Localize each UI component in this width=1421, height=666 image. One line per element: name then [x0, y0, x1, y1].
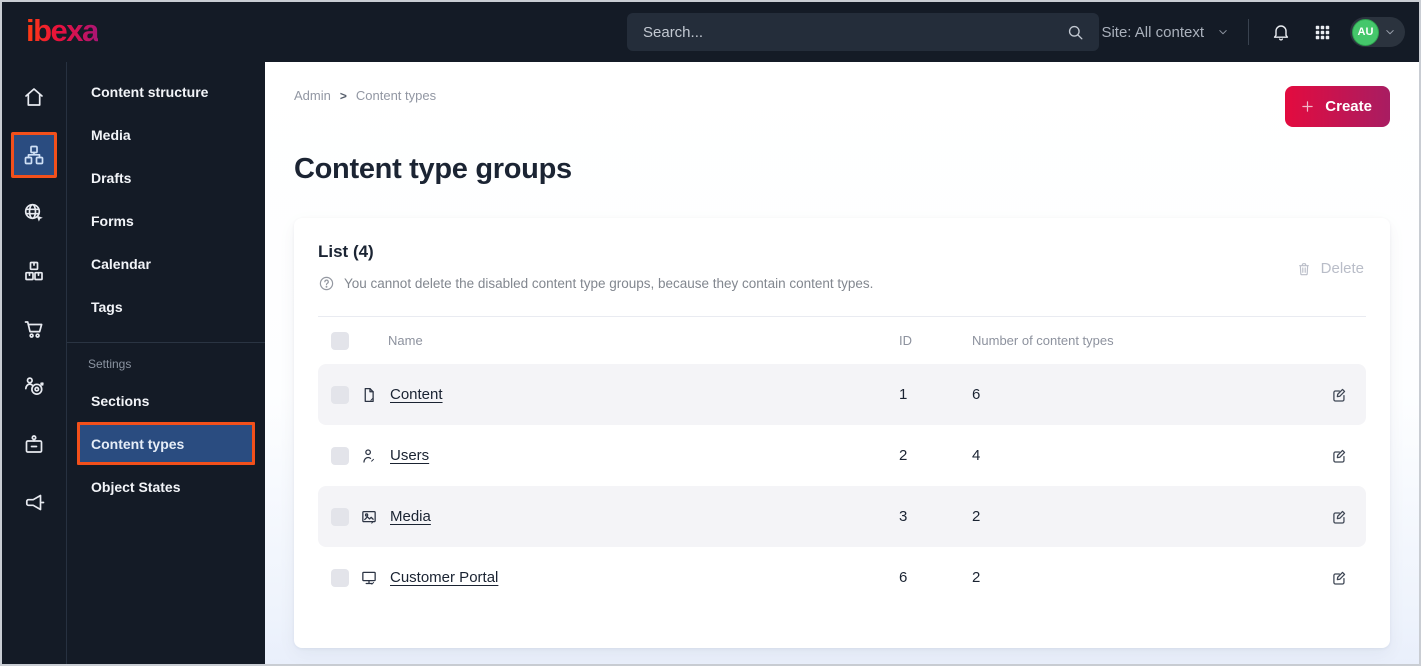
rail-item-dashboard[interactable]: [11, 74, 57, 120]
rail-item-site[interactable]: [11, 190, 57, 236]
breadcrumb-admin[interactable]: Admin: [294, 88, 331, 103]
group-id: 1: [899, 386, 908, 403]
sidebar-item-drafts[interactable]: Drafts: [77, 156, 255, 199]
user-edit-icon: [360, 447, 378, 465]
monitor-edit-icon: [360, 569, 378, 587]
group-id: 2: [899, 447, 908, 464]
chevron-down-icon: [1383, 25, 1397, 39]
row-checkbox[interactable]: [331, 507, 349, 526]
table-row-content: Content 1 6: [318, 364, 1366, 425]
edit-button[interactable]: [1328, 506, 1350, 528]
rail-item-personalization[interactable]: [11, 364, 57, 410]
avatar: AU: [1352, 18, 1379, 46]
column-header-id: ID: [899, 333, 912, 348]
badge-icon: [22, 433, 46, 457]
bell-icon: [1271, 22, 1291, 42]
cart-icon: [22, 317, 46, 341]
rail-item-admin[interactable]: [11, 422, 57, 468]
column-header-count: Number of content types: [972, 333, 1114, 348]
rail-item-content-structure[interactable]: [11, 132, 57, 178]
search-input[interactable]: [643, 23, 1066, 41]
group-content-type-count: 6: [972, 386, 981, 403]
sidebar-item-sections[interactable]: Sections: [77, 379, 255, 422]
top-bar: ibexa Site: All context AU: [2, 2, 1419, 62]
row-checkbox[interactable]: [331, 385, 349, 404]
sidebar-item-calendar[interactable]: Calendar: [77, 242, 255, 285]
boxes-icon: [22, 259, 46, 283]
table-header-row: Name ID Number of content types: [318, 317, 1366, 364]
topbar-actions: Site: All context AU: [1073, 17, 1405, 47]
sidebar-item-forms[interactable]: Forms: [77, 199, 255, 242]
ibexa-logo[interactable]: ibexa: [26, 15, 99, 50]
apps-grid-button[interactable]: [1309, 19, 1336, 46]
global-search[interactable]: [627, 13, 1099, 51]
question-circle-icon: [318, 275, 335, 292]
sitemap-icon: [22, 143, 46, 167]
megaphone-icon: [22, 491, 46, 515]
group-content-type-count: 2: [972, 508, 981, 525]
edit-button[interactable]: [1328, 567, 1350, 589]
topbar-divider: [1248, 19, 1249, 45]
edit-icon: [1330, 447, 1348, 465]
trash-icon: [1296, 261, 1312, 277]
select-all-checkbox[interactable]: [331, 331, 349, 350]
plus-icon: [1299, 98, 1316, 115]
home-icon: [22, 85, 46, 109]
edit-icon: [1330, 386, 1348, 404]
table-row-users: Users 2 4: [318, 425, 1366, 486]
page-title: Content type groups: [294, 153, 572, 185]
settings-section-label: Settings: [88, 357, 132, 371]
chevron-down-icon: [1216, 25, 1230, 39]
list-title: List (4): [318, 242, 374, 261]
edit-button[interactable]: [1328, 445, 1350, 467]
table-row-media: Media 3 2: [318, 486, 1366, 547]
group-content-type-count: 4: [972, 447, 981, 464]
delete-button[interactable]: Delete: [1294, 256, 1366, 281]
main-content: Admin > Content types Create Content typ…: [265, 62, 1419, 664]
group-id: 3: [899, 508, 908, 525]
content-type-groups-card: List (4) You cannot delete the disabled …: [294, 218, 1390, 648]
group-name-link[interactable]: Users: [390, 447, 429, 464]
table-row-customer-portal: Customer Portal 6 2: [318, 547, 1366, 608]
user-menu[interactable]: AU: [1350, 17, 1405, 47]
edit-icon: [1330, 508, 1348, 526]
row-checkbox[interactable]: [331, 446, 349, 465]
globe-cursor-icon: [22, 201, 46, 225]
app-window: ibexa Site: All context AU: [0, 0, 1421, 666]
grid-icon: [1313, 23, 1332, 42]
rail-item-campaigns[interactable]: [11, 480, 57, 526]
breadcrumb: Admin > Content types: [294, 86, 436, 103]
search-icon[interactable]: [1066, 23, 1085, 42]
breadcrumb-current: Content types: [355, 88, 437, 103]
group-content-type-count: 2: [972, 569, 981, 586]
group-name-link[interactable]: Media: [390, 508, 431, 525]
site-context-label: Site: All context: [1101, 23, 1204, 41]
sidebar-item-tags[interactable]: Tags: [77, 285, 255, 328]
rail-item-commerce[interactable]: [11, 306, 57, 352]
image-edit-icon: [360, 508, 378, 526]
group-id: 6: [899, 569, 908, 586]
notifications-button[interactable]: [1267, 18, 1295, 46]
icon-rail: [2, 62, 67, 664]
sidebar-item-content-structure[interactable]: Content structure: [77, 70, 255, 113]
row-checkbox[interactable]: [331, 568, 349, 587]
sidebar-item-media[interactable]: Media: [77, 113, 255, 156]
content-type-groups-table: Name ID Number of content types Content 1…: [318, 316, 1366, 608]
sidebar-item-object-states[interactable]: Object States: [77, 465, 255, 508]
group-name-link[interactable]: Content: [390, 386, 443, 403]
edit-icon: [1330, 569, 1348, 587]
breadcrumb-separator: >: [339, 88, 347, 103]
info-message: You cannot delete the disabled content t…: [318, 275, 873, 292]
person-target-icon: [22, 375, 46, 399]
sidebar-menu: Content structure Media Drafts Forms Calenda…: [67, 62, 265, 664]
create-button[interactable]: Create: [1285, 86, 1390, 127]
column-header-name: Name: [388, 333, 423, 348]
edit-button[interactable]: [1328, 384, 1350, 406]
rail-item-products[interactable]: [11, 248, 57, 294]
sidebar-item-content-types[interactable]: Content types: [77, 422, 255, 465]
group-name-link[interactable]: Customer Portal: [390, 569, 498, 586]
file-edit-icon: [360, 386, 378, 404]
